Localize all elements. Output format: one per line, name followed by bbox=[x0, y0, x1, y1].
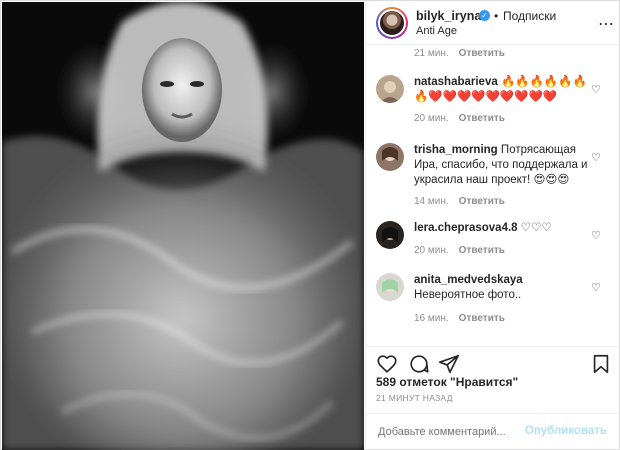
veil-portrait-image bbox=[2, 2, 364, 450]
commenter-avatar[interactable] bbox=[376, 221, 404, 249]
comment-time: 20 мин. bbox=[414, 113, 449, 124]
save-bookmark-icon[interactable] bbox=[590, 353, 612, 375]
comment-body: Невероятное фото.. bbox=[414, 289, 522, 301]
comment-username[interactable]: natashabarieva bbox=[414, 76, 498, 88]
comment-meta: 16 мин. Ответить bbox=[414, 313, 505, 324]
publish-button[interactable]: Опубликовать bbox=[525, 425, 607, 437]
separator-dot: • bbox=[494, 9, 499, 23]
reply-button[interactable]: Ответить bbox=[459, 113, 505, 124]
post-actions: 589 отметок "Нравится" 21 МИНУТ НАЗАД Оп… bbox=[366, 346, 620, 441]
comment-meta: 20 мин. Ответить bbox=[414, 113, 505, 124]
comment-meta: 20 мин. Ответить bbox=[414, 245, 505, 256]
comment-bubble-icon[interactable] bbox=[408, 353, 430, 375]
comment-username[interactable]: lera.cheprasova4.8 bbox=[414, 222, 518, 234]
share-direct-icon[interactable] bbox=[438, 353, 460, 375]
reply-button[interactable]: Ответить bbox=[459, 313, 505, 324]
comment-text: natashabarieva 🔥🔥🔥🔥🔥🔥🔥❤️❤️❤️❤️❤️❤️❤️❤️❤️ bbox=[414, 75, 590, 105]
commenter-avatar[interactable] bbox=[376, 273, 404, 301]
likes-count[interactable]: 589 отметок "Нравится" bbox=[376, 375, 518, 389]
verified-badge-icon: ✓ bbox=[479, 10, 490, 21]
like-comment-heart-icon[interactable]: ♡ bbox=[591, 281, 603, 294]
reply-button[interactable]: Ответить bbox=[459, 245, 505, 256]
comment-time: 14 мин. bbox=[414, 196, 449, 207]
comment-meta: 21 мин. Ответить bbox=[414, 48, 505, 59]
comment-username[interactable]: anita_medvedskaya bbox=[414, 274, 523, 286]
comment-text: trisha_morning Потрясающая Ира, спасибо,… bbox=[414, 143, 590, 188]
like-heart-icon[interactable] bbox=[376, 353, 398, 375]
post-timestamp: 21 МИНУТ НАЗАД bbox=[376, 393, 453, 403]
comment-time: 21 мин. bbox=[414, 48, 449, 59]
reply-button[interactable]: Ответить bbox=[459, 196, 505, 207]
add-comment-bar: Опубликовать bbox=[366, 413, 620, 450]
comment-body: ♡♡♡ bbox=[520, 222, 552, 234]
post-side-panel: bilyk_iryna ✓ • Подписки Anti Age ⋯ 21 м… bbox=[365, 1, 620, 450]
like-comment-heart-icon[interactable]: ♡ bbox=[591, 151, 603, 164]
more-options-icon[interactable]: ⋯ bbox=[598, 14, 615, 34]
post-header: bilyk_iryna ✓ • Подписки Anti Age ⋯ bbox=[366, 1, 620, 45]
commenter-avatar[interactable] bbox=[376, 75, 404, 103]
following-button[interactable]: Подписки bbox=[503, 9, 556, 23]
comment-time: 20 мин. bbox=[414, 245, 449, 256]
like-comment-heart-icon[interactable]: ♡ bbox=[591, 83, 603, 96]
post-location[interactable]: Anti Age bbox=[416, 25, 457, 37]
like-comment-heart-icon[interactable]: ♡ bbox=[591, 229, 603, 242]
post-photo[interactable] bbox=[2, 2, 364, 450]
post-frame: bilyk_iryna ✓ • Подписки Anti Age ⋯ 21 м… bbox=[0, 0, 620, 450]
add-comment-input[interactable] bbox=[378, 426, 513, 438]
reply-button[interactable]: Ответить bbox=[459, 48, 505, 59]
author-avatar[interactable] bbox=[376, 7, 408, 39]
comment-text: lera.cheprasova4.8 ♡♡♡ bbox=[414, 221, 590, 236]
comment-meta: 14 мин. Ответить bbox=[414, 196, 505, 207]
comment-username[interactable]: trisha_morning bbox=[414, 144, 498, 156]
author-username[interactable]: bilyk_iryna bbox=[416, 9, 481, 23]
comment-time: 16 мин. bbox=[414, 313, 449, 324]
commenter-avatar[interactable] bbox=[376, 143, 404, 171]
comments-list[interactable]: 21 мин. Ответить natashabarieva 🔥🔥🔥🔥🔥🔥🔥❤️… bbox=[366, 45, 620, 346]
comment-text: anita_medvedskaya Невероятное фото.. bbox=[414, 273, 590, 303]
